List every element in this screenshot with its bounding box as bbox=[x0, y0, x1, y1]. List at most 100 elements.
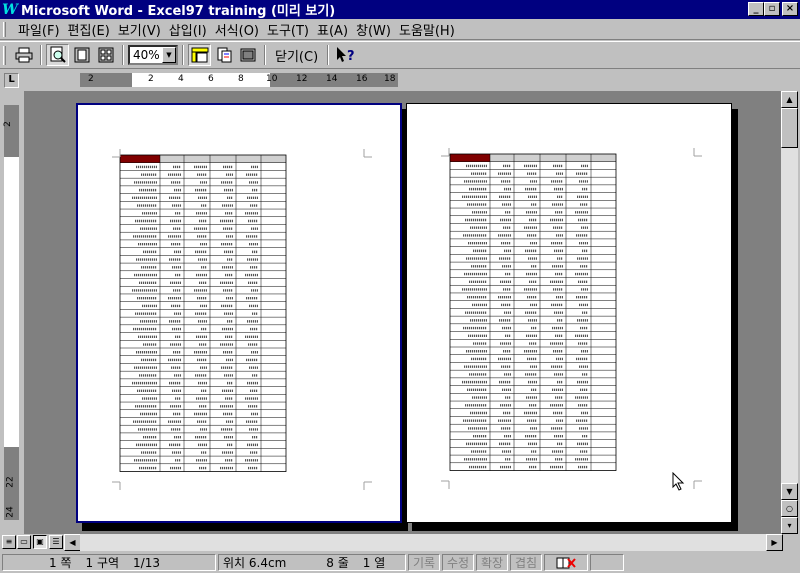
scroll-right-button[interactable]: ▶ bbox=[766, 534, 783, 551]
outline-view-button[interactable]: ☰ bbox=[49, 535, 63, 549]
context-help-button[interactable]: ? bbox=[333, 44, 356, 66]
ruler-tick: 24 bbox=[5, 506, 16, 518]
status-ext[interactable]: 확장 bbox=[476, 554, 508, 571]
menu-help[interactable]: 도움말(H) bbox=[395, 20, 459, 39]
shrink-to-fit-button[interactable] bbox=[212, 44, 235, 66]
window-controls: _ ▫ × bbox=[748, 2, 798, 16]
table-header-cell bbox=[450, 154, 490, 162]
zoom-value: 40% bbox=[133, 48, 160, 62]
toolbar-separator bbox=[40, 45, 42, 65]
close-preview-button[interactable]: 닫기(C) bbox=[270, 44, 323, 66]
toolbar-separator bbox=[122, 45, 124, 65]
status-bar: 1 쪽 1 구역 1/13 위치 6.4cm 8 줄 1 열 기록 수정 확장 … bbox=[0, 552, 800, 573]
magnifier-button[interactable] bbox=[46, 44, 69, 66]
ruler-tick: 16 bbox=[356, 74, 368, 84]
scroll-down-button[interactable]: ▼ bbox=[781, 483, 798, 500]
status-page-info: 1 쪽 1 구역 1/13 bbox=[2, 554, 216, 571]
menu-view[interactable]: 보기(V) bbox=[114, 20, 165, 39]
menu-format[interactable]: 서식(O) bbox=[211, 20, 263, 39]
page-2-table bbox=[441, 148, 702, 489]
preview-page-1[interactable] bbox=[76, 103, 402, 523]
ruler-tick: 6 bbox=[208, 74, 214, 84]
horizontal-ruler-row: L 2 2 4 6 8 10 12 14 16 18 bbox=[0, 70, 800, 90]
status-col: 1 열 bbox=[362, 556, 386, 570]
menu-window[interactable]: 창(W) bbox=[352, 20, 395, 39]
chevron-down-icon[interactable]: ▼ bbox=[162, 47, 176, 63]
print-button[interactable] bbox=[12, 44, 35, 66]
ruler-tick: 8 bbox=[238, 74, 244, 84]
view-ruler-icon bbox=[191, 47, 208, 63]
ruler-tick: 2 bbox=[148, 74, 154, 84]
status-ovr[interactable]: 겹침 bbox=[510, 554, 542, 571]
spelling-status[interactable] bbox=[544, 554, 588, 571]
title-bar: W Microsoft Word - Excel97 training (미리 … bbox=[0, 0, 800, 19]
one-page-button[interactable] bbox=[70, 44, 93, 66]
scroll-left-button[interactable]: ◀ bbox=[64, 534, 81, 551]
menu-edit[interactable]: 편집(E) bbox=[64, 20, 114, 39]
ruler-tick: 14 bbox=[326, 74, 338, 84]
tab-selector[interactable]: L bbox=[4, 73, 19, 88]
online-view-button[interactable]: ▭ bbox=[17, 535, 31, 549]
print-icon bbox=[15, 47, 32, 63]
word-app-icon[interactable]: W bbox=[2, 2, 18, 18]
toolbar-separator bbox=[264, 45, 266, 65]
ruler-tick: 22 bbox=[5, 476, 16, 488]
status-line: 8 줄 bbox=[326, 556, 349, 570]
toolbar-grip[interactable] bbox=[3, 46, 6, 65]
ruler-tick: 10 bbox=[266, 74, 278, 84]
status-rec[interactable]: 기록 bbox=[408, 554, 440, 571]
mouse-cursor-icon bbox=[672, 472, 685, 491]
vertical-scrollbar[interactable]: ▲ ▼ ○ ▾ bbox=[781, 91, 798, 534]
page-1-table bbox=[112, 149, 372, 490]
preview-page-2[interactable] bbox=[406, 103, 732, 523]
ruler-tick: 18 bbox=[384, 74, 396, 84]
one-page-icon bbox=[74, 47, 89, 63]
horizontal-scroll-row: ≡ ▭ ▣ ☰ ◀ ▶ bbox=[0, 534, 800, 551]
status-position: 위치 6.4cm bbox=[223, 556, 287, 570]
vertical-ruler[interactable]: 2 22 24 bbox=[2, 105, 19, 520]
ruler-tick: 4 bbox=[178, 74, 184, 84]
svg-text:?: ? bbox=[347, 49, 355, 64]
status-empty-panel bbox=[590, 554, 624, 571]
spelling-book-icon bbox=[556, 557, 576, 568]
vertical-ruler-text-area bbox=[4, 157, 19, 447]
full-screen-icon bbox=[240, 48, 255, 62]
horizontal-ruler[interactable]: 2 2 4 6 8 10 12 14 16 18 bbox=[80, 73, 398, 87]
next-page-button[interactable]: ▾ bbox=[781, 517, 798, 534]
menu-tools[interactable]: 도구(T) bbox=[263, 20, 313, 39]
ruler-tick: 2 bbox=[2, 121, 13, 127]
menu-bar: 파일(F) 편집(E) 보기(V) 삽입(I) 서식(O) 도구(T) 표(A)… bbox=[0, 19, 800, 40]
browse-object-button[interactable]: ○ bbox=[781, 500, 798, 517]
vertical-scroll-thumb[interactable] bbox=[781, 108, 798, 148]
page-layout-view-button[interactable]: ▣ bbox=[33, 535, 47, 549]
toolbar-separator bbox=[182, 45, 184, 65]
table-header-cell bbox=[120, 155, 160, 163]
multiple-pages-icon bbox=[98, 47, 113, 63]
table-header-row bbox=[490, 154, 616, 162]
window-title: Microsoft Word - Excel97 training (미리 보기… bbox=[21, 4, 336, 19]
menu-file[interactable]: 파일(F) bbox=[14, 20, 64, 39]
context-help-icon: ? bbox=[336, 47, 355, 64]
normal-view-button[interactable]: ≡ bbox=[2, 535, 16, 549]
minimize-button[interactable]: _ bbox=[748, 2, 764, 16]
scroll-up-button[interactable]: ▲ bbox=[781, 91, 798, 108]
status-page-of: 1/13 bbox=[133, 555, 160, 570]
table-header-row bbox=[160, 155, 286, 163]
menubar-grip[interactable] bbox=[3, 22, 6, 37]
menu-insert[interactable]: 삽입(I) bbox=[165, 20, 211, 39]
toolbar-separator bbox=[327, 45, 330, 65]
preview-area[interactable] bbox=[24, 91, 781, 534]
ruler-tick: 2 bbox=[88, 74, 94, 84]
close-window-button[interactable]: × bbox=[782, 2, 798, 16]
status-position-info: 위치 6.4cm 8 줄 1 열 bbox=[218, 554, 406, 571]
multiple-pages-button[interactable] bbox=[94, 44, 117, 66]
zoom-dropdown[interactable]: 40% ▼ bbox=[128, 45, 178, 65]
status-section: 1 구역 bbox=[85, 556, 120, 570]
view-ruler-button[interactable] bbox=[188, 44, 211, 66]
maximize-button[interactable]: ▫ bbox=[764, 2, 780, 16]
full-screen-button[interactable] bbox=[236, 44, 259, 66]
status-trk[interactable]: 수정 bbox=[442, 554, 474, 571]
magnifier-icon bbox=[50, 46, 66, 63]
menu-table[interactable]: 표(A) bbox=[313, 20, 352, 39]
horizontal-scroll-track[interactable] bbox=[80, 534, 782, 551]
